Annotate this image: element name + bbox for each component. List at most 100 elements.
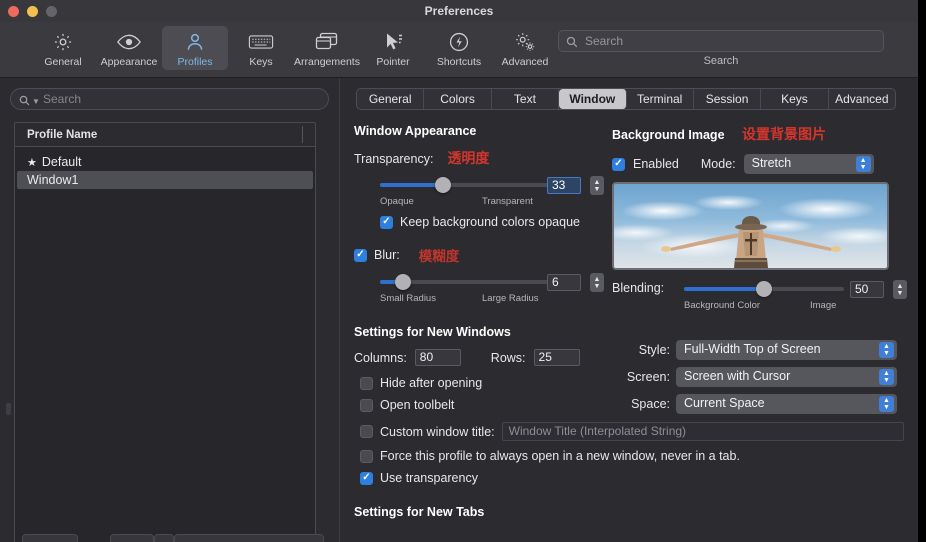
blur-row[interactable]: Blur: 模糊度 [354,245,612,265]
slider-knob[interactable] [434,177,451,193]
tab-text[interactable]: Text [492,89,560,109]
chevron-updown-icon: ▲ ▼ [879,369,894,385]
force-new-window-checkbox[interactable] [360,449,373,463]
columns-field[interactable]: 80 [414,349,461,366]
toolbar-search-group: Search Search [558,30,884,67]
blur-annotation: 模糊度 [418,249,460,264]
screen-value: Screen with Cursor [684,369,791,383]
chevron-down-icon[interactable]: ▼ [32,97,40,106]
sidebar-search-input[interactable]: ▼ Search [10,88,329,110]
profile-list-box: Profile Name ★ Default Window1 [14,122,316,542]
custom-window-title-checkbox[interactable] [360,425,373,438]
tab-colors[interactable]: Colors [424,89,492,109]
force-new-window-row[interactable]: Force this profile to always open in a n… [360,449,904,463]
tab-terminal[interactable]: Terminal [627,89,694,109]
toolbar-search-caption: Search [703,55,739,67]
style-popup-button[interactable]: Full-Width Top of Screen ▲ ▼ [676,340,897,360]
tab-general[interactable]: General [357,89,425,109]
full-width-settings: Custom window title: Window Title (Inter… [354,414,904,529]
toolbar-item-general[interactable]: General [30,26,96,70]
toolbar-item-arrangements[interactable]: Arrangements [294,26,360,70]
toolbar-item-advanced[interactable]: Advanced [492,26,558,70]
blending-min-label: Background Color [684,300,761,311]
preferences-body: ▼ Search Profile Name ★ Default Window1 [0,78,918,542]
add-profile-button[interactable] [22,534,78,542]
blending-slider[interactable] [684,281,844,297]
blur-label: Blur: [374,248,400,262]
space-popup-button[interactable]: Current Space ▲ ▼ [676,394,897,414]
background-image-column: Background Image 设置背景图片 Enabled Mode: St… [612,124,907,414]
toolbar-label-advanced: Advanced [501,56,549,68]
stepper-down-icon: ▼ [896,289,904,297]
hide-after-opening-row[interactable]: Hide after opening [360,376,612,390]
blur-slider[interactable] [380,274,570,290]
toolbar-item-pointer[interactable]: Pointer [360,26,426,70]
blur-value-field[interactable]: 6 [547,274,581,291]
bg-enabled-mode-row: Enabled Mode: Stretch ▲▼ [612,154,897,174]
toolbar-label-arrangements: Arrangements [294,56,360,68]
toolbar-item-shortcuts[interactable]: Shortcuts [426,26,492,70]
settings-columns: Window Appearance Transparency: 透明度 33 ▲… [354,124,907,414]
tab-window[interactable]: Window [559,89,627,109]
blending-stepper[interactable]: ▲ ▼ [893,280,907,299]
tab-advanced[interactable]: Advanced [829,89,895,109]
hide-after-opening-checkbox[interactable] [360,376,373,390]
use-transparency-checkbox[interactable] [360,471,373,485]
toolbar-item-appearance[interactable]: Appearance [96,26,162,70]
sidebar-resize-handle[interactable] [6,403,11,415]
toolbar-item-profiles[interactable]: Profiles [162,26,228,70]
custom-window-title-row: Custom window title: Window Title (Inter… [360,422,904,441]
stepper-up-icon: ▲ [593,178,601,186]
blending-value-field[interactable]: 50 [850,281,884,298]
tab-keys[interactable]: Keys [761,89,829,109]
background-image-preview[interactable] [612,182,889,270]
use-transparency-row[interactable]: Use transparency [360,471,904,485]
mode-label: Mode: [700,157,736,171]
mode-popup-button[interactable]: Stretch ▲ ▼ [743,154,874,174]
column-divider[interactable] [302,126,303,143]
rows-field[interactable]: 25 [533,349,580,366]
transparency-label: Transparency: [354,152,434,166]
toolbar-search-field[interactable]: Search [558,30,884,52]
chevron-updown-icon: ▲ ▼ [879,342,894,358]
open-toolbelt-row[interactable]: Open toolbelt [360,398,612,412]
profile-row-default[interactable]: ★ Default [17,153,313,171]
open-toolbelt-label: Open toolbelt [380,398,455,412]
keep-bg-opaque-row[interactable]: Keep background colors opaque [380,215,612,229]
background-image-title: Background Image [612,128,725,142]
toolbar-item-keys[interactable]: Keys [228,26,294,70]
tab-session[interactable]: Session [694,89,762,109]
profiles-sidebar: ▼ Search Profile Name ★ Default Window1 [0,78,340,542]
blur-checkbox[interactable] [354,248,367,262]
transparency-value-field[interactable]: 33 [547,177,581,194]
chevron-updown-icon: ▲ ▼ [879,396,894,412]
toolbar-label-pointer: Pointer [376,56,410,68]
duplicate-profile-button[interactable] [110,534,154,542]
blur-stepper[interactable]: ▲ ▼ [590,273,604,292]
transparency-stepper[interactable]: ▲ ▼ [590,176,604,195]
profile-row-window1[interactable]: Window1 [17,171,313,189]
screen-popup-button[interactable]: Screen with Cursor ▲ ▼ [676,367,897,387]
slider-knob[interactable] [394,274,411,290]
remove-profile-button[interactable] [154,534,174,542]
open-toolbelt-checkbox[interactable] [360,398,373,412]
profile-actions-toolbar [0,532,340,542]
transparency-row: Transparency: 透明度 [354,148,612,168]
preferences-window: Preferences General Appearance Profiles … [0,0,918,542]
slider-fill [684,287,764,291]
person-icon [184,29,206,55]
slider-knob[interactable] [756,281,772,297]
force-new-window-label: Force this profile to always open in a n… [380,449,740,463]
keep-bg-opaque-checkbox[interactable] [380,215,393,229]
screen-label: Screen: [626,370,670,384]
transparency-slider[interactable] [380,177,570,193]
background-enabled-checkbox[interactable] [612,157,625,171]
preferences-toolbar: General Appearance Profiles Keys Arrange… [0,22,918,78]
space-label: Space: [631,397,670,411]
profile-list-header: Profile Name [15,123,315,147]
other-actions-button[interactable] [174,534,324,542]
columns-label: Columns: [354,350,407,365]
search-icon [19,93,30,111]
custom-window-title-field[interactable]: Window Title (Interpolated String) [501,422,904,441]
star-icon: ★ [27,156,37,169]
